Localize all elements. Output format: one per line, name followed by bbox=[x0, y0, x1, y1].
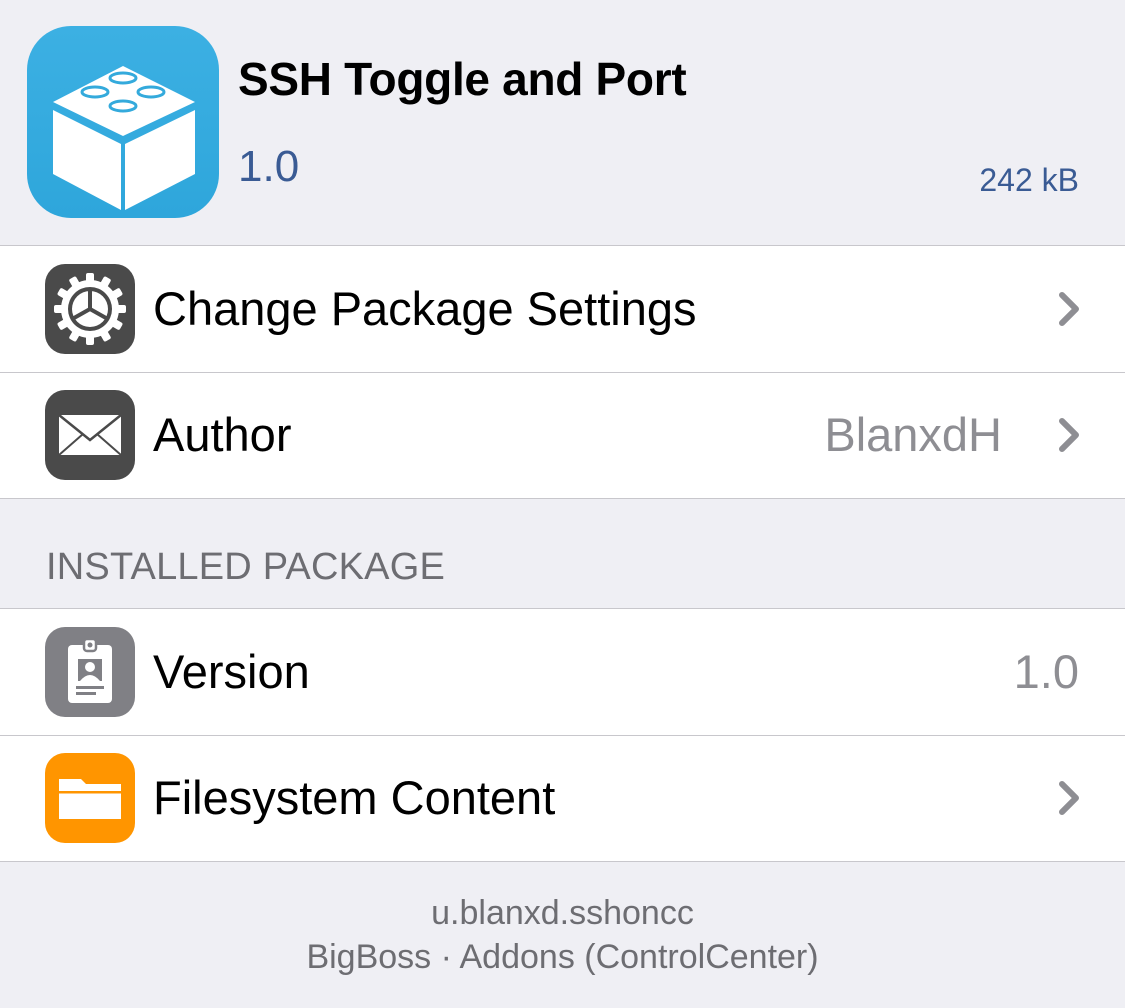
installed-package-section-header: INSTALLED PACKAGE bbox=[46, 546, 446, 588]
repository-info: BigBoss · Addons (ControlCenter) bbox=[306, 938, 819, 976]
mail-icon bbox=[45, 390, 135, 480]
author-row[interactable]: Author BlanxdH bbox=[0, 372, 1125, 498]
author-label: Author bbox=[153, 408, 292, 461]
actions-group: Change Package Settings Author BlanxdH bbox=[0, 245, 1125, 499]
chevron-right-icon bbox=[1059, 781, 1079, 815]
folder-icon bbox=[45, 753, 135, 843]
version-value: 1.0 bbox=[1013, 645, 1079, 698]
id-badge-icon bbox=[45, 627, 135, 717]
package-header: SSH Toggle and Port 1.0 242 kB bbox=[0, 0, 1125, 245]
version-row: Version 1.0 bbox=[0, 609, 1125, 735]
version-label: Version bbox=[153, 645, 310, 698]
gear-icon bbox=[45, 264, 135, 354]
package-version: 1.0 bbox=[238, 142, 300, 191]
package-size: 242 kB bbox=[979, 162, 1079, 198]
chevron-right-icon bbox=[1059, 292, 1079, 326]
change-package-settings-row[interactable]: Change Package Settings bbox=[0, 246, 1125, 372]
author-value: BlanxdH bbox=[824, 408, 1002, 461]
chevron-right-icon bbox=[1059, 418, 1079, 452]
change-package-settings-label: Change Package Settings bbox=[153, 282, 697, 335]
installed-package-group: Version 1.0 Filesystem Content bbox=[0, 608, 1125, 862]
package-title: SSH Toggle and Port bbox=[238, 53, 687, 105]
filesystem-content-label: Filesystem Content bbox=[153, 771, 556, 824]
package-box-icon bbox=[27, 26, 219, 218]
package-identifier: u.blanxd.sshoncc bbox=[431, 894, 694, 932]
filesystem-content-row[interactable]: Filesystem Content bbox=[0, 735, 1125, 861]
